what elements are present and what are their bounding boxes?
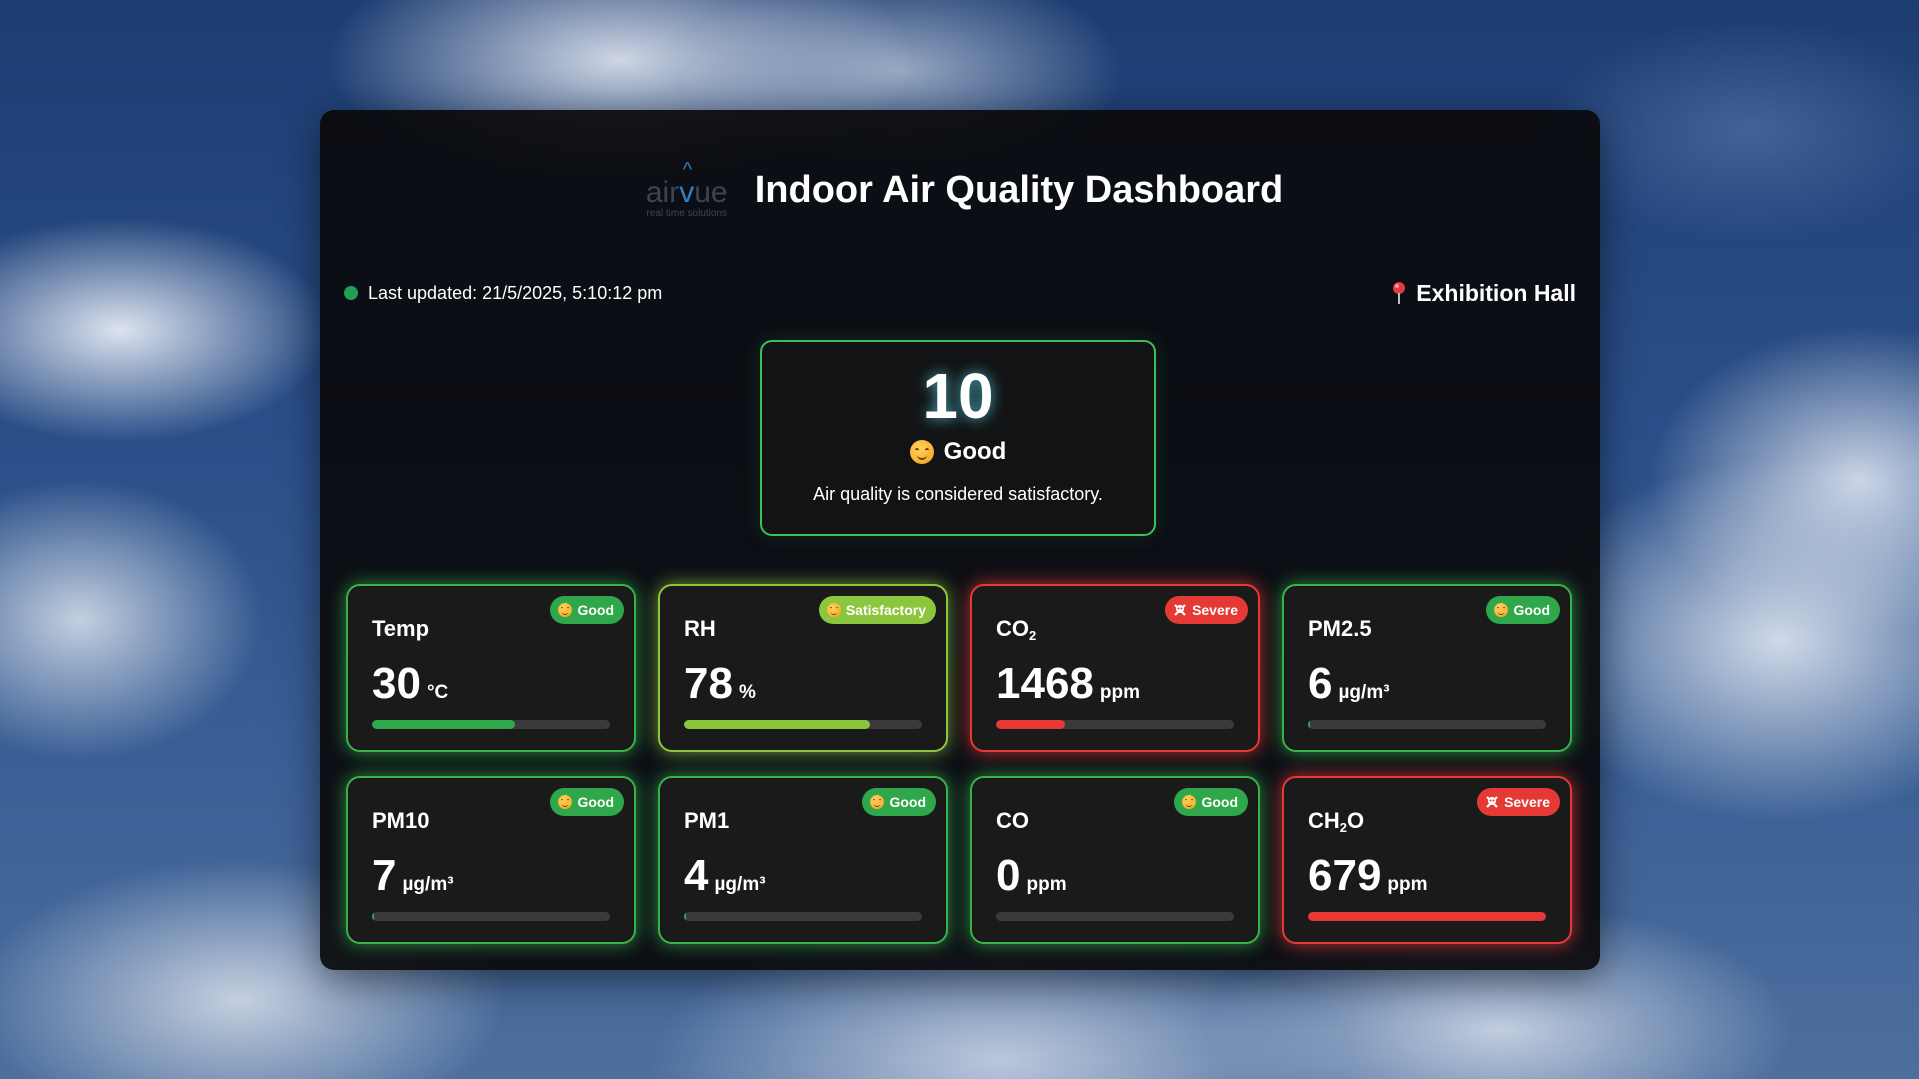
metric-value: 30 °C [372,660,448,708]
metric-unit: ppm [1099,682,1140,703]
metric-progress-bar [372,720,610,729]
last-updated: Last updated: 21/5/2025, 5:10:12 pm [344,283,662,304]
status-badge-label: Good [577,794,614,810]
live-status-dot-icon [344,286,358,300]
status-row: Last updated: 21/5/2025, 5:10:12 pm Exhi… [344,278,1576,308]
last-updated-text: Last updated: 21/5/2025, 5:10:12 pm [368,282,663,303]
smiley-face-icon [870,795,885,809]
aqi-category-label: Good [943,438,1007,465]
metric-name: CO [996,808,1029,833]
metric-unit: % [738,682,756,703]
metric-progress-fill [372,720,515,729]
metric-name: RH [684,616,716,641]
aqi-value: 10 [922,360,994,432]
status-badge: Good [862,788,936,816]
status-badge-label: Good [577,602,614,618]
metric-progress-bar [372,912,610,921]
skull-icon [1173,603,1187,617]
metric-card: Good PM2.5 6 µg/m³ [1282,584,1572,752]
metric-unit: µg/m³ [1338,682,1390,703]
metric-progress-fill [996,720,1066,729]
metric-value-number: 0 [996,851,1021,900]
location-name: Exhibition Hall [1416,279,1576,306]
smiley-face-icon [558,795,573,809]
metric-progress-fill [684,720,870,729]
metric-progress-bar [996,912,1234,921]
metric-unit: ppm [1387,874,1428,895]
metric-progress-fill [1308,912,1546,921]
logo-wordmark: airvue [645,176,728,209]
status-badge: Good [1174,788,1248,816]
metric-card: Satisfactory RH 78% [658,584,948,752]
metric-unit: µg/m³ [402,874,454,895]
airvue-logo: ^ airvue real time solutions [637,158,737,222]
page-title: Indoor Air Quality Dashboard [754,168,1284,211]
status-badge-label: Good [889,794,926,810]
metric-card: Good Temp 30 °C [346,584,636,752]
metric-value: 1468 ppm [996,660,1140,708]
metric-unit: ppm [1026,874,1067,895]
metric-value: 78% [684,660,756,708]
metric-card: Severe CO2 1468 ppm [970,584,1260,752]
metric-name: PM2.5 [1308,616,1372,641]
metric-progress-fill [372,912,375,921]
metric-value-number: 4 [684,851,709,900]
metric-value-number: 679 [1308,851,1382,900]
metric-progress-bar [684,912,922,921]
status-badge: Satisfactory [818,596,936,624]
metric-name: CO2 [996,616,1037,643]
status-badge-label: Severe [1192,602,1238,618]
status-badge: Good [550,596,624,624]
status-badge: Good [550,788,624,816]
metric-value-number: 30 [372,659,421,708]
metric-card: Severe CH2O 679 ppm [1282,776,1572,944]
status-badge: Severe [1165,596,1248,624]
status-badge: Good [1486,596,1560,624]
aqi-description: Air quality is considered satisfactory. [813,484,1103,504]
dashboard-panel: ^ airvue real time solutions Indoor Air … [320,110,1600,970]
metric-value-number: 1468 [996,659,1094,708]
location: Exhibition Hall [1390,280,1576,307]
smiley-face-icon [826,603,841,617]
skull-icon [1485,795,1499,809]
metric-progress-bar [1308,912,1546,921]
metric-unit: °C [426,682,449,703]
metric-value-number: 7 [372,851,397,900]
metric-progress-fill [1308,720,1311,729]
status-badge-label: Severe [1504,794,1550,810]
metric-value: 6 µg/m³ [1308,660,1390,708]
metrics-grid: Good Temp 30 °C Satisfactory RH 78% Severe CO2 14… [346,584,1576,944]
metric-value-number: 78 [684,659,733,708]
metric-name: PM1 [684,808,730,833]
smiley-face-icon [909,440,934,464]
aqi-summary-card: 10 Good Air quality is considered satisf… [760,340,1156,536]
status-badge: Severe [1477,788,1560,816]
metric-progress-bar [1308,720,1546,729]
metric-card: Good PM10 7 µg/m³ [346,776,636,944]
logo-tagline: real time solutions [646,208,728,219]
metric-value: 679 ppm [1308,852,1428,900]
metric-value: 4 µg/m³ [684,852,766,900]
status-badge-label: Satisfactory [845,602,926,618]
metric-progress-bar [996,720,1234,729]
status-badge-label: Good [1513,602,1550,618]
aqi-category: Good [762,438,1154,466]
status-badge-label: Good [1201,794,1238,810]
header: ^ airvue real time solutions Indoor Air … [320,150,1600,230]
metric-card: Good CO 0 ppm [970,776,1260,944]
metric-progress-fill [684,912,687,921]
metric-progress-bar [684,720,922,729]
smiley-face-icon [1182,795,1197,809]
smiley-face-icon [558,603,573,617]
metric-name: Temp [372,616,430,641]
metric-value: 7 µg/m³ [372,852,454,900]
smiley-face-icon [1494,603,1509,617]
metric-value-number: 6 [1308,659,1333,708]
pin-icon [1390,281,1408,305]
metric-name: PM10 [372,808,430,833]
metric-value: 0 ppm [996,852,1067,900]
metric-name: CH2O [1308,808,1365,835]
metric-unit: µg/m³ [714,874,766,895]
metric-card: Good PM1 4 µg/m³ [658,776,948,944]
